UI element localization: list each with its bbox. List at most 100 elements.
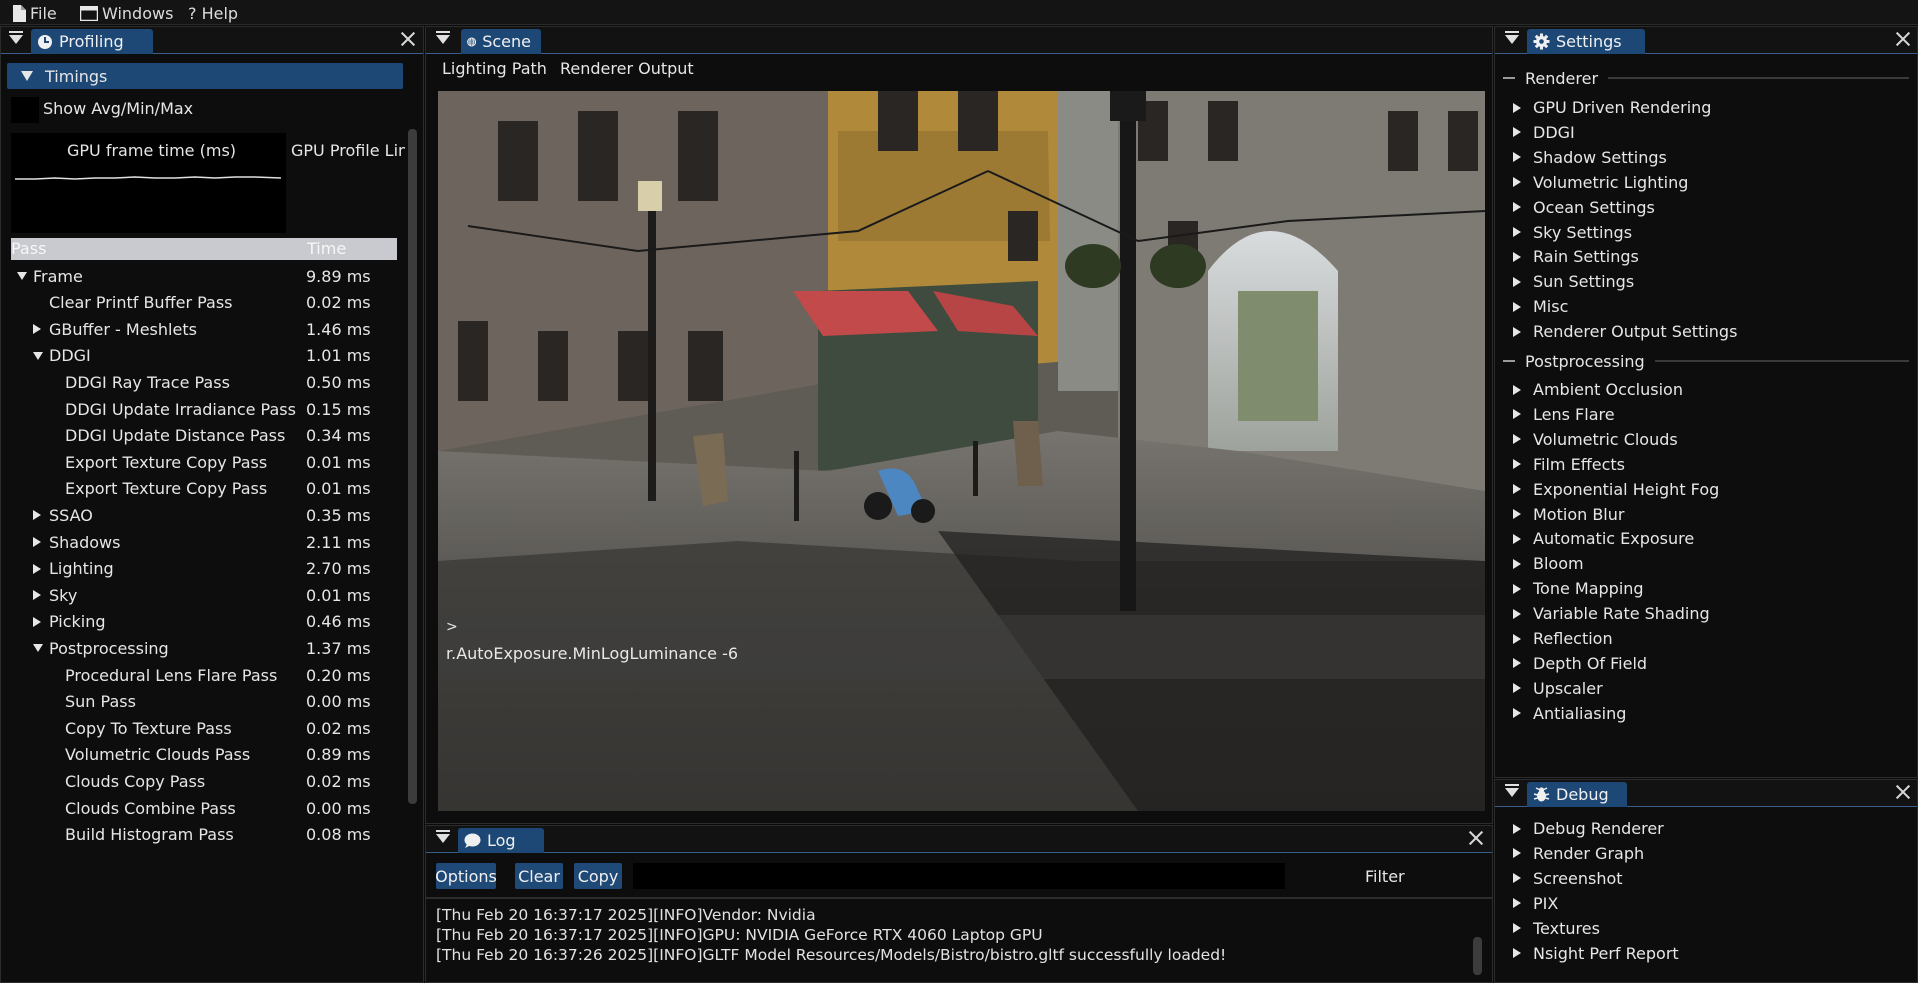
chevron-right-icon[interactable]: [33, 324, 41, 335]
tab-profiling[interactable]: Profiling: [31, 29, 153, 54]
settings-item[interactable]: Automatic Exposure: [1503, 526, 1694, 551]
settings-item[interactable]: Upscaler: [1503, 676, 1603, 701]
panel-menu-icon[interactable]: [9, 31, 23, 44]
settings-item[interactable]: Variable Rate Shading: [1503, 601, 1710, 626]
options-button[interactable]: Options: [435, 863, 497, 889]
settings-item-label: GPU Driven Rendering: [1533, 98, 1712, 117]
tab-settings[interactable]: Settings: [1527, 29, 1645, 54]
timings-header[interactable]: Timings: [7, 63, 403, 89]
menu-windows[interactable]: Windows: [80, 2, 173, 24]
settings-item[interactable]: Screenshot: [1503, 866, 1623, 891]
settings-item[interactable]: Antialiasing: [1503, 701, 1626, 726]
section-postprocessing: Postprocessing: [1503, 350, 1909, 372]
settings-item[interactable]: Depth Of Field: [1503, 651, 1647, 676]
settings-item[interactable]: Debug Renderer: [1503, 816, 1664, 841]
settings-item[interactable]: DDGI: [1503, 120, 1575, 145]
show-avg-checkbox[interactable]: [11, 97, 39, 123]
tab-scene[interactable]: Scene: [461, 29, 541, 54]
close-icon[interactable]: [1468, 830, 1484, 846]
panel-menu-icon[interactable]: [1505, 31, 1519, 44]
scrollbar-thumb[interactable]: [408, 129, 417, 804]
settings-item[interactable]: Shadow Settings: [1503, 145, 1667, 170]
log-scrollbar[interactable]: [1470, 905, 1484, 977]
clear-button[interactable]: Clear: [515, 863, 563, 889]
chevron-right-icon: [1513, 583, 1521, 594]
settings-item[interactable]: Ambient Occlusion: [1503, 377, 1683, 402]
pass-name: Export Texture Copy Pass: [65, 479, 268, 499]
pass-time: 0.02 ms: [306, 771, 371, 791]
chevron-down-icon[interactable]: [33, 644, 43, 653]
chevron-down-icon[interactable]: [33, 351, 43, 360]
close-icon[interactable]: [400, 31, 416, 47]
chevron-right-icon[interactable]: [33, 537, 41, 547]
settings-item[interactable]: Rain Settings: [1503, 244, 1639, 269]
graph2-title: GPU Profile Line: [291, 141, 407, 160]
chevron-right-icon: [1513, 658, 1521, 669]
settings-item-label: Ambient Occlusion: [1533, 380, 1683, 399]
settings-item[interactable]: Nsight Perf Report: [1503, 941, 1679, 966]
chevron-right-icon[interactable]: [33, 563, 41, 574]
chevron-down-icon: [21, 71, 33, 81]
chevron-right-icon: [1513, 102, 1521, 113]
console-input[interactable]: r.AutoExposure.MinLogLuminance -6: [446, 644, 738, 663]
log-line: [Thu Feb 20 16:37:17 2025][INFO]GPU: NVI…: [436, 926, 1043, 944]
settings-item[interactable]: Motion Blur: [1503, 502, 1624, 527]
settings-item[interactable]: Textures: [1503, 916, 1600, 941]
settings-item[interactable]: Lens Flare: [1503, 402, 1615, 427]
menu-file[interactable]: File: [12, 2, 57, 24]
settings-item[interactable]: Volumetric Lighting: [1503, 170, 1688, 195]
settings-item[interactable]: Exponential Height Fog: [1503, 477, 1719, 502]
globe-icon: [467, 37, 477, 46]
tab-log[interactable]: Log: [458, 828, 544, 853]
settings-item-label: Shadow Settings: [1533, 147, 1667, 167]
panel-menu-icon[interactable]: [436, 830, 450, 843]
scene-menu-lighting-path[interactable]: Lighting Path: [442, 59, 547, 78]
pass-time: 0.35 ms: [306, 505, 371, 525]
menu-help[interactable]: ? Help: [188, 2, 238, 24]
settings-item-label: Film Effects: [1533, 454, 1625, 474]
tab-debug-label: Debug: [1556, 785, 1609, 804]
settings-item[interactable]: Misc: [1503, 294, 1568, 319]
filter-input[interactable]: [633, 863, 1285, 889]
settings-item[interactable]: Reflection: [1503, 626, 1613, 651]
settings-item[interactable]: Bloom: [1503, 551, 1584, 576]
close-icon[interactable]: [1895, 784, 1911, 800]
settings-item-label: Volumetric Clouds: [1533, 429, 1678, 449]
table-row: Build Histogram Pass 0.08 ms: [9, 819, 397, 851]
col-time-header: Time: [307, 239, 347, 258]
profiling-scrollbar[interactable]: [405, 97, 419, 807]
chevron-right-icon[interactable]: [33, 616, 41, 627]
tab-debug[interactable]: Debug: [1527, 782, 1627, 807]
settings-item[interactable]: Renderer Output Settings: [1503, 319, 1737, 344]
scrollbar-thumb[interactable]: [1473, 937, 1482, 975]
panel-menu-icon[interactable]: [436, 31, 450, 44]
chevron-right-icon[interactable]: [33, 590, 41, 601]
settings-item[interactable]: GPU Driven Rendering: [1503, 95, 1711, 120]
chevron-right-icon: [1513, 873, 1521, 884]
gpu-frame-time-graph: GPU frame time (ms): [11, 133, 286, 233]
settings-item[interactable]: Ocean Settings: [1503, 195, 1655, 220]
copy-button[interactable]: Copy: [574, 863, 622, 889]
settings-item[interactable]: Sun Settings: [1503, 269, 1634, 294]
bug-icon: [1533, 787, 1550, 802]
settings-item[interactable]: Sky Settings: [1503, 220, 1632, 245]
chevron-down-icon[interactable]: [17, 272, 27, 280]
scene-viewport[interactable]: > r.AutoExposure.MinLogLuminance -6: [438, 91, 1485, 811]
settings-item[interactable]: Render Graph: [1503, 841, 1644, 866]
settings-item[interactable]: Tone Mapping: [1503, 576, 1644, 601]
settings-item[interactable]: Volumetric Clouds: [1503, 427, 1678, 452]
tab-settings-label: Settings: [1556, 32, 1622, 51]
panel-menu-icon[interactable]: [1505, 784, 1519, 797]
settings-item[interactable]: Film Effects: [1503, 452, 1625, 477]
pass-time: 0.08 ms: [306, 825, 371, 845]
chevron-right-icon: [1513, 898, 1521, 909]
pass-name: Clouds Combine Pass: [65, 798, 236, 818]
settings-item-label: Nsight Perf Report: [1533, 943, 1679, 963]
chevron-right-icon[interactable]: [33, 510, 41, 521]
close-icon[interactable]: [1895, 31, 1911, 47]
settings-item[interactable]: PIX: [1503, 891, 1558, 916]
pass-name: SSAO: [49, 505, 93, 525]
chevron-right-icon: [1513, 301, 1521, 312]
scene-menu-renderer-output[interactable]: Renderer Output: [560, 59, 694, 78]
settings-item-label: Rain Settings: [1533, 247, 1639, 267]
